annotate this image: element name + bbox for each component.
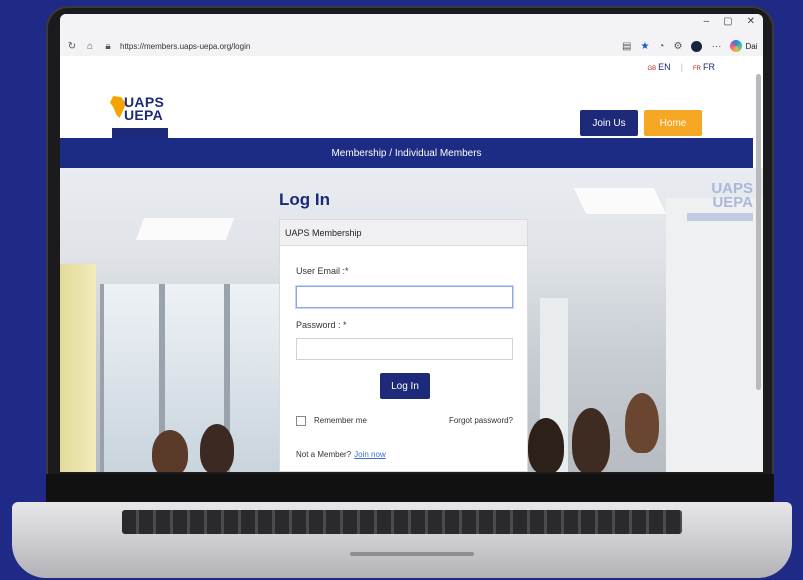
person	[152, 430, 188, 472]
panel-title: UAPS Membership	[280, 220, 527, 246]
wall	[666, 198, 763, 472]
forgot-password-link[interactable]: Forgot password?	[449, 416, 513, 425]
browser-chrome: – ▢ ✕ ↻ ⌂ 🔒︎ https://members.uaps-uepa.o…	[60, 14, 763, 56]
curtain	[60, 264, 96, 472]
email-field[interactable]	[296, 286, 513, 308]
login-panel: UAPS Membership User Email :* Password :…	[279, 219, 528, 472]
uaps-watermark: UAPS UEPA	[687, 181, 753, 221]
more-icon[interactable]: ···	[711, 41, 721, 52]
person	[572, 408, 610, 472]
copilot-icon	[730, 40, 743, 52]
lang-en-label: EN	[658, 62, 671, 72]
login-button[interactable]: Log In	[380, 373, 430, 399]
profile-avatar[interactable]	[691, 40, 703, 52]
language-switch: GB EN | FR FR	[647, 62, 715, 72]
logo-strip	[112, 128, 168, 138]
email-label: User Email :*	[296, 266, 349, 276]
watermark-strip	[687, 213, 753, 221]
breadcrumb: Membership / Individual Members	[60, 138, 753, 168]
profile-label: Dai	[745, 41, 758, 51]
keyboard	[122, 510, 682, 534]
lang-fr-label: FR	[703, 62, 715, 72]
lang-separator: |	[680, 62, 683, 72]
lock-icon: 🔒︎	[105, 40, 111, 52]
lang-fr[interactable]: FR FR	[693, 62, 715, 72]
join-now-link[interactable]: Join now	[354, 450, 386, 459]
scrollbar[interactable]	[756, 74, 761, 390]
home-button[interactable]: Home	[644, 110, 702, 136]
not-member-label: Not a Member?	[296, 450, 352, 459]
person	[200, 424, 234, 472]
copilot-button[interactable]: Dai	[730, 40, 757, 52]
address-bar[interactable]: https://members.uaps-uepa.org/login	[120, 42, 590, 51]
laptop-base	[12, 502, 792, 578]
address-row: ↻ ⌂ 🔒︎ https://members.uaps-uepa.org/log…	[60, 36, 763, 56]
toolbar-icons: ▤ ★ ◔ ⚙ ··· Dai	[622, 40, 757, 52]
fr-flag-icon: FR	[693, 66, 701, 72]
extensions-icon[interactable]: ◔	[658, 41, 664, 52]
minimize-icon[interactable]: –	[704, 16, 710, 27]
refresh-icon[interactable]: ↻	[66, 41, 78, 52]
laptop-bezel-bottom	[46, 474, 774, 504]
maximize-icon[interactable]: ▢	[723, 16, 732, 27]
logo-text-uepa: UEPA	[124, 107, 164, 123]
collections-icon[interactable]: ⚙	[673, 41, 682, 52]
join-us-button[interactable]: Join Us	[580, 110, 638, 136]
close-icon[interactable]: ✕	[747, 16, 755, 27]
reader-icon[interactable]: ▤	[622, 41, 631, 52]
ceiling-light	[135, 218, 235, 240]
window-controls: – ▢ ✕	[704, 16, 755, 27]
favorite-star-icon[interactable]: ★	[640, 41, 649, 52]
watermark-line2: UEPA	[712, 194, 753, 211]
password-label: Password : *	[296, 320, 347, 330]
person	[528, 418, 564, 472]
page-title: Log In	[279, 190, 330, 209]
trackpad-notch	[350, 552, 474, 556]
remember-label[interactable]: Remember me	[314, 416, 367, 425]
home-icon[interactable]: ⌂	[84, 41, 96, 52]
browser-screen: – ▢ ✕ ↻ ⌂ 🔒︎ https://members.uaps-uepa.o…	[60, 14, 763, 472]
lang-en[interactable]: GB EN	[647, 62, 670, 72]
person	[625, 393, 659, 453]
remember-checkbox[interactable]	[296, 416, 306, 426]
password-field[interactable]	[296, 338, 513, 360]
ceiling-light	[573, 188, 667, 214]
not-member-text: Not a Member? Join now	[296, 450, 386, 459]
uk-flag-icon: GB	[647, 66, 657, 72]
